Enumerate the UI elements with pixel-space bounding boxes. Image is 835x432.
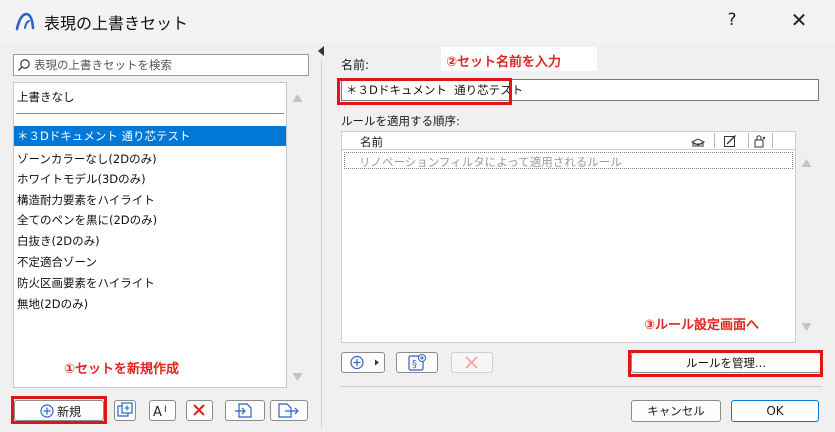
- rule-library-button[interactable]: §: [396, 352, 438, 373]
- cancel-button[interactable]: キャンセル: [631, 400, 721, 422]
- list-item[interactable]: ゾーンカラーなし(2Dのみ): [14, 149, 286, 169]
- add-rule-button[interactable]: [341, 352, 385, 373]
- scroll-down-icon[interactable]: [292, 372, 303, 382]
- import-button[interactable]: [225, 400, 265, 421]
- svg-text:§: §: [412, 359, 417, 370]
- list-item[interactable]: 全てのペンを黒に(2Dのみ): [14, 210, 286, 230]
- rename-button[interactable]: A I: [149, 400, 176, 421]
- pen-icon: [724, 135, 736, 147]
- override-set-list[interactable]: 上書きなし ＊３Dドキュメント 通り芯テスト ゾーンカラーなし(2Dのみ) ホワ…: [13, 82, 287, 388]
- column-divider: [714, 133, 715, 148]
- delete-icon: [465, 356, 478, 369]
- rule-row[interactable]: リノベーションフィルタによって適用されるルール: [344, 152, 793, 169]
- rename-icon: A I: [153, 405, 167, 420]
- scroll-up-icon[interactable]: [801, 158, 812, 168]
- dialog-title: 表現の上書きセット: [44, 14, 189, 33]
- column-divider: [748, 133, 749, 148]
- list-item[interactable]: 不定適合ゾーン: [14, 252, 286, 272]
- rule-library-icon: §: [408, 354, 426, 371]
- footer-divider: [340, 386, 822, 387]
- svg-text:I: I: [164, 405, 167, 415]
- scroll-down-icon[interactable]: [801, 322, 812, 332]
- highlight-box: [11, 396, 107, 424]
- close-button[interactable]: ✕: [784, 6, 814, 34]
- list-item[interactable]: ホワイトモデル(3Dのみ): [14, 169, 286, 189]
- search-input[interactable]: [34, 56, 304, 74]
- annotation-step2: ②セット名前を入力: [441, 47, 597, 71]
- list-item-selected[interactable]: ＊３Dドキュメント 通り芯テスト: [14, 126, 286, 146]
- scroll-up-icon[interactable]: [292, 93, 303, 103]
- rule-row-label: リノベーションフィルタによって適用されるルール: [359, 155, 622, 169]
- delete-icon: [193, 404, 205, 416]
- search-box[interactable]: [13, 54, 309, 76]
- svg-text:A: A: [153, 405, 162, 420]
- search-icon: [18, 59, 30, 71]
- column-header-name[interactable]: 名前: [360, 134, 383, 150]
- plus-circle-dropdown-icon: [350, 355, 379, 370]
- duplicate-button[interactable]: [114, 400, 136, 421]
- annotation-step1: ①セットを新規作成: [64, 362, 180, 377]
- highlight-box: [628, 350, 823, 377]
- import-icon: [235, 403, 252, 418]
- fill-icon: [754, 135, 766, 148]
- rules-order-label: ルールを適用する順序:: [341, 114, 460, 128]
- duplicate-icon: [117, 402, 133, 417]
- rules-table[interactable]: 名前 リノベーションフィルタによって適用されるルール: [341, 131, 796, 343]
- list-item[interactable]: 無地(2Dのみ): [14, 294, 286, 314]
- list-item[interactable]: 構造耐力要素をハイライト: [14, 190, 286, 210]
- rules-table-header: 名前: [342, 132, 795, 150]
- help-button[interactable]: ?: [718, 6, 746, 34]
- annotation-step3: ③ルール設定画面へ: [644, 318, 760, 333]
- list-item[interactable]: 白抜き(2Dのみ): [14, 231, 286, 251]
- ok-button[interactable]: OK: [731, 400, 819, 422]
- remove-rule-button[interactable]: [451, 352, 493, 373]
- collapse-panel-icon[interactable]: [318, 46, 324, 56]
- list-item[interactable]: 防火区画要素をハイライト: [14, 273, 286, 293]
- list-divider: [16, 113, 284, 114]
- archicad-logo-icon: [15, 12, 35, 31]
- highlight-box: [337, 78, 512, 105]
- column-divider: [772, 133, 773, 148]
- export-button[interactable]: [270, 400, 308, 421]
- layer-icon: [690, 138, 706, 147]
- panel-splitter[interactable]: [321, 60, 322, 428]
- export-icon: [278, 403, 299, 418]
- list-item-none[interactable]: 上書きなし: [14, 87, 286, 107]
- delete-button[interactable]: [186, 400, 213, 421]
- name-label: 名前:: [341, 58, 370, 72]
